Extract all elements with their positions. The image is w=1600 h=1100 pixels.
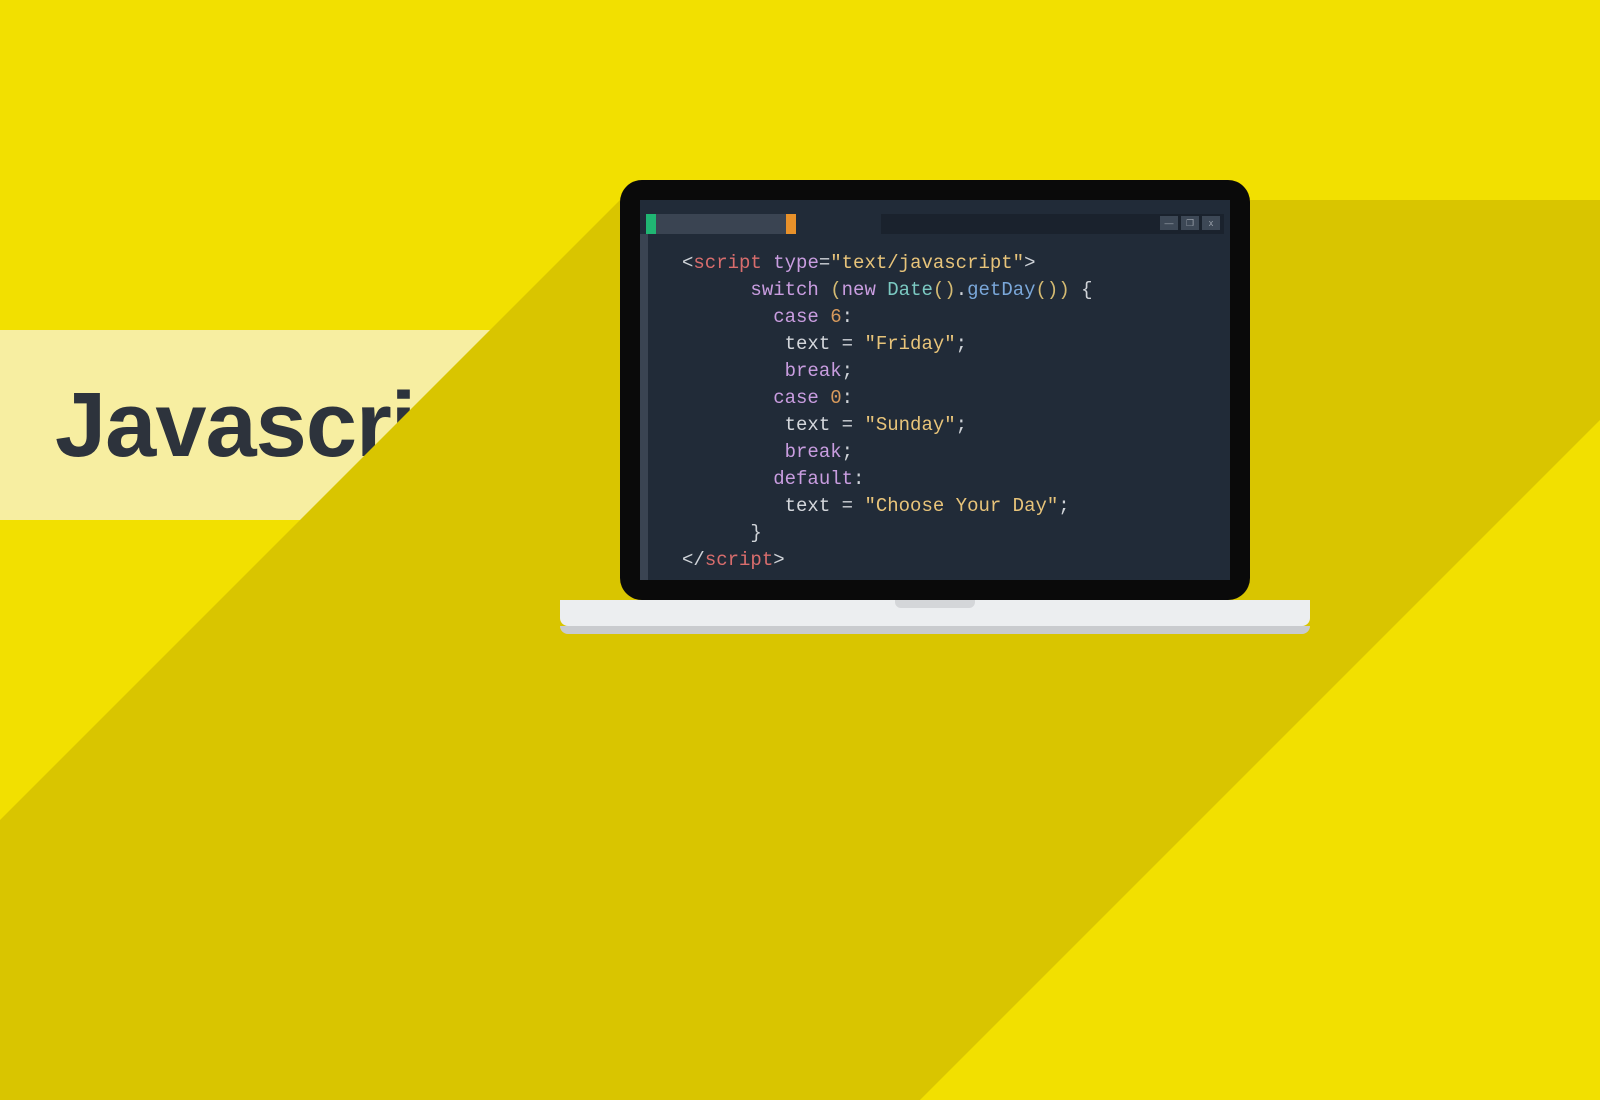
editor-titlebar: — ❐ x (881, 214, 1224, 234)
modified-indicator (786, 214, 796, 234)
maximize-icon: ❐ (1181, 216, 1199, 230)
code-editor-screen: — ❐ x <script type="text/javascript"> sw… (640, 200, 1230, 580)
laptop-base-shadow (560, 626, 1310, 634)
minimize-icon: — (1160, 216, 1178, 230)
laptop-bezel: — ❐ x <script type="text/javascript"> sw… (620, 180, 1250, 600)
laptop-base (560, 600, 1310, 626)
editor-gutter (640, 234, 648, 580)
active-indicator (646, 214, 656, 234)
laptop: — ❐ x <script type="text/javascript"> sw… (560, 180, 1310, 634)
code-content: <script type="text/javascript"> switch (… (682, 250, 1093, 574)
editor-tab (656, 214, 786, 234)
close-icon: x (1202, 216, 1220, 230)
editor-tab-bar: — ❐ x (646, 214, 1224, 234)
laptop-notch (895, 600, 975, 608)
